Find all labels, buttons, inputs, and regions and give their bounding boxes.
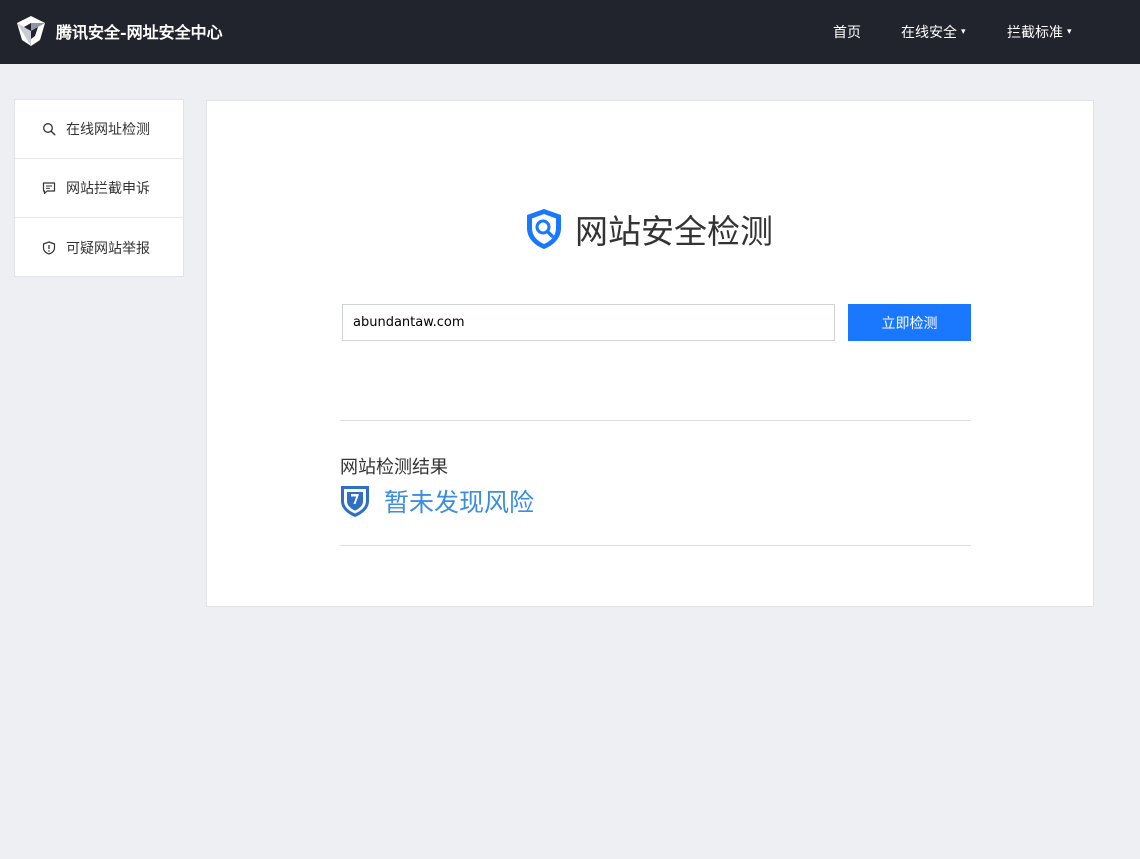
sidebar-item-url-check[interactable]: 在线网址检测	[15, 100, 183, 159]
shield-search-icon	[521, 206, 567, 252]
brand[interactable]: 腾讯安全-网址安全中心	[14, 14, 223, 48]
nav-home-label: 首页	[833, 25, 861, 41]
result-status-text: 暂未发现风险	[384, 488, 535, 517]
nav-online-security-label: 在线安全	[901, 25, 957, 41]
main-card: 网站安全检测 立即检测 网站检测结果 暂未发现风险	[206, 100, 1094, 607]
sidebar-item-label: 可疑网站举报	[66, 240, 150, 257]
chat-icon	[42, 181, 56, 195]
sidebar-item-label: 网站拦截申诉	[66, 181, 150, 197]
nav-block-standard-label: 拦截标准	[1007, 25, 1063, 41]
sidebar: 在线网址检测 网站拦截申诉 可疑网站举报	[14, 99, 184, 277]
result-label: 网站检测结果	[340, 457, 448, 478]
nav-home[interactable]: 首页	[833, 22, 861, 42]
top-navbar: 腾讯安全-网址安全中心 首页 在线安全 ▾ 拦截标准 ▾	[0, 0, 1140, 64]
tencent-security-logo-icon	[14, 14, 48, 48]
divider	[340, 420, 971, 421]
shield-alert-icon	[42, 240, 56, 255]
result-status: 暂未发现风险	[340, 483, 534, 519]
nav-block-standard[interactable]: 拦截标准 ▾	[1007, 22, 1072, 42]
check-now-button[interactable]: 立即检测	[848, 304, 971, 341]
divider	[340, 545, 971, 546]
chevron-down-icon: ▾	[961, 27, 966, 37]
sidebar-item-report-site[interactable]: 可疑网站举报	[15, 218, 183, 277]
sidebar-item-label: 在线网址检测	[66, 122, 150, 138]
chevron-down-icon: ▾	[1067, 27, 1072, 37]
page-heading: 网站安全检测	[521, 205, 773, 253]
page-title: 网站安全检测	[575, 212, 773, 251]
shield-safe-icon	[340, 484, 370, 518]
nav-online-security[interactable]: 在线安全 ▾	[901, 22, 966, 42]
brand-title: 腾讯安全-网址安全中心	[56, 23, 223, 42]
sidebar-item-block-appeal[interactable]: 网站拦截申诉	[15, 159, 183, 218]
url-input[interactable]	[342, 304, 835, 341]
search-icon	[42, 122, 56, 136]
